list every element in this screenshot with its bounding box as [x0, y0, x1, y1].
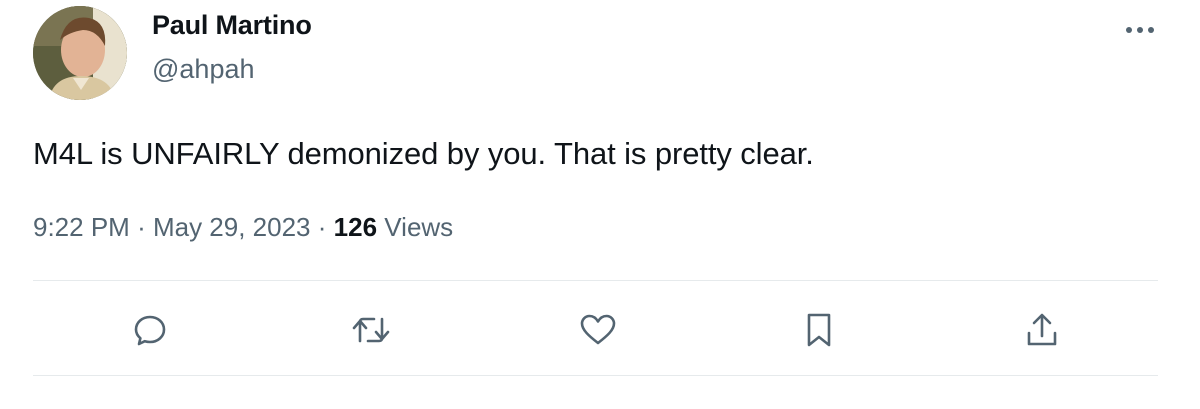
- avatar[interactable]: [33, 6, 127, 100]
- handle[interactable]: @ahpah: [152, 54, 255, 85]
- display-name[interactable]: Paul Martino: [152, 10, 312, 41]
- reply-button[interactable]: [128, 308, 172, 352]
- views-count: 126: [333, 212, 378, 242]
- share-button[interactable]: [1020, 308, 1064, 352]
- meta-separator: ·: [317, 212, 327, 242]
- tweet-time[interactable]: 9:22 PM: [33, 212, 130, 242]
- tweet-card: Paul Martino @ahpah M4L is UNFAIRLY demo…: [0, 0, 1200, 409]
- views-label: Views: [384, 212, 454, 242]
- share-icon: [1027, 313, 1057, 346]
- bookmark-button[interactable]: [797, 308, 841, 352]
- divider: [33, 280, 1158, 281]
- retweet-icon: [352, 317, 390, 343]
- divider: [33, 375, 1158, 376]
- more-options-icon: [1126, 27, 1154, 33]
- retweet-button[interactable]: [349, 308, 393, 352]
- more-options-button[interactable]: [1118, 14, 1162, 46]
- like-button[interactable]: [576, 308, 620, 352]
- tweet-date[interactable]: May 29, 2023: [153, 212, 311, 242]
- reply-icon: [134, 315, 166, 346]
- bookmark-icon: [807, 313, 831, 347]
- tweet-text: M4L is UNFAIRLY demonized by you. That i…: [33, 136, 814, 171]
- meta-separator: ·: [137, 212, 146, 242]
- tweet-metadata: 9:22 PM · May 29, 2023 · 126 Views: [33, 212, 453, 243]
- heart-icon: [580, 314, 616, 345]
